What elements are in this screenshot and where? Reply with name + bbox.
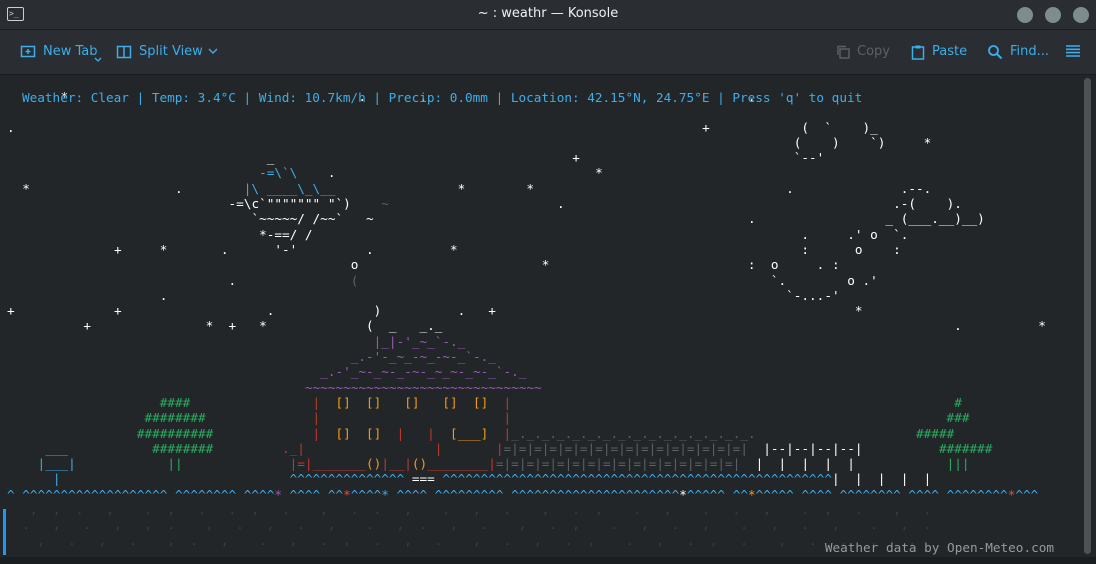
paste-button[interactable]: Paste bbox=[910, 30, 970, 74]
new-tab-icon bbox=[20, 45, 36, 58]
terminal-cursor bbox=[3, 509, 6, 555]
hamburger-menu-icon bbox=[1066, 45, 1080, 57]
paste-label: Paste bbox=[932, 44, 968, 59]
weather-ascii-scene: * . . . . + (`)_ () `) * _ + `--' -=\… bbox=[7, 89, 1046, 557]
copy-icon bbox=[837, 45, 850, 59]
scrollbar-thumb[interactable] bbox=[1084, 78, 1091, 554]
minimize-button[interactable] bbox=[1017, 7, 1033, 23]
weather-credit: Weather data by Open-Meteo.com bbox=[824, 540, 1054, 555]
new-tab-button[interactable]: New Tab bbox=[19, 30, 107, 74]
copy-label: Copy bbox=[857, 44, 890, 59]
window-bottom-edge bbox=[0, 557, 1096, 564]
find-button[interactable]: Find... bbox=[987, 30, 1051, 74]
terminal-view[interactable]: * . . . . + (`)_ () `) * _ + `--' -=\… bbox=[0, 75, 1080, 557]
search-icon bbox=[988, 45, 1003, 60]
split-view-button[interactable]: Split View bbox=[116, 30, 224, 74]
toolbar: New Tab Split View Copy Paste Find... bbox=[0, 30, 1096, 75]
close-button[interactable] bbox=[1073, 7, 1089, 23]
terminal-scrollbar[interactable] bbox=[1080, 75, 1096, 557]
copy-button[interactable]: Copy bbox=[835, 30, 891, 74]
find-label: Find... bbox=[1010, 44, 1050, 59]
hamburger-menu-button[interactable] bbox=[1066, 30, 1082, 74]
chevron-down-icon bbox=[208, 48, 218, 54]
chevron-down-icon bbox=[94, 57, 102, 62]
weather-status-line: Weather: Clear | Temp: 3.4°C | Wind: 10.… bbox=[22, 90, 863, 105]
maximize-button[interactable] bbox=[1045, 7, 1061, 23]
window-title: ~ : weathr — Konsole bbox=[477, 6, 619, 21]
title-bar: >_ ~ : weathr — Konsole bbox=[0, 0, 1096, 30]
new-tab-label: New Tab bbox=[43, 44, 98, 59]
split-view-icon bbox=[116, 45, 132, 59]
paste-icon bbox=[911, 45, 925, 60]
split-view-label: Split View bbox=[139, 44, 203, 59]
